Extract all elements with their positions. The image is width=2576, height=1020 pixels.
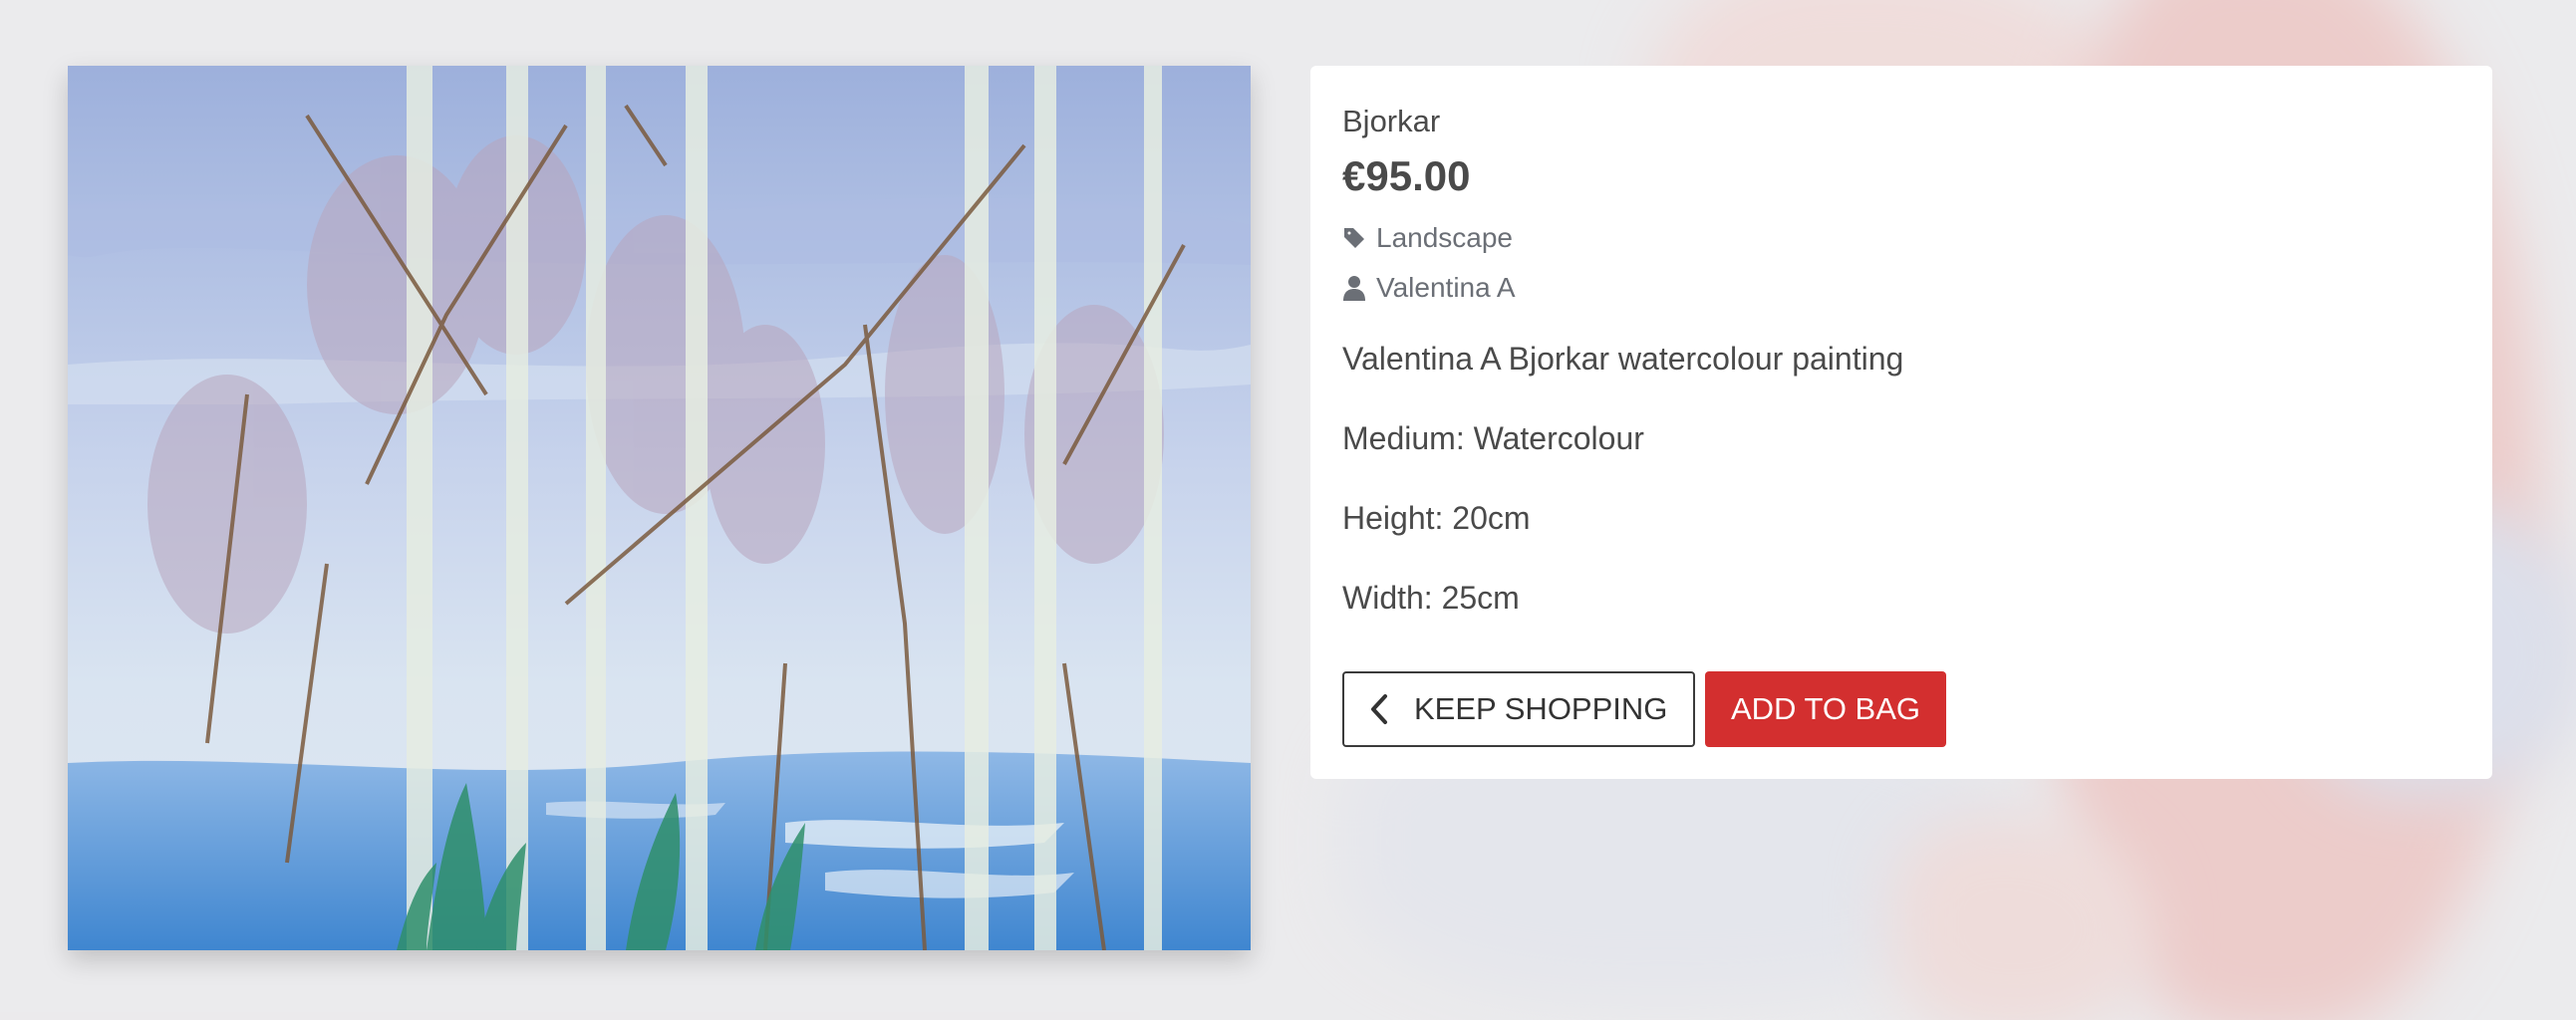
keep-shopping-label: KEEP SHOPPING bbox=[1414, 691, 1668, 726]
product-height: Height: 20cm bbox=[1342, 500, 1531, 536]
product-description: Valentina A Bjorkar watercolour painting bbox=[1342, 341, 1904, 377]
product-image[interactable] bbox=[68, 66, 1251, 950]
artist-label: Valentina A bbox=[1376, 272, 1516, 303]
user-icon bbox=[1343, 276, 1365, 301]
painting-image bbox=[68, 66, 1251, 950]
tag-icon bbox=[1344, 228, 1364, 248]
product-price: €95.00 bbox=[1342, 152, 1471, 199]
category-label: Landscape bbox=[1376, 222, 1514, 253]
product-medium: Medium: Watercolour bbox=[1342, 420, 1644, 456]
product-width: Width: 25cm bbox=[1342, 580, 1520, 616]
add-to-bag-label: ADD TO BAG bbox=[1730, 691, 1921, 726]
keep-shopping-button[interactable]: KEEP SHOPPING bbox=[1342, 671, 1695, 747]
product-title: Bjorkar bbox=[1342, 104, 1441, 138]
add-to-bag-button[interactable]: ADD TO BAG bbox=[1705, 671, 1946, 747]
product-details-card: Bjorkar €95.00 Landscape Valentina A Val… bbox=[1310, 66, 2492, 779]
product-artist[interactable]: Valentina A bbox=[1342, 263, 2460, 313]
product-actions: KEEP SHOPPING ADD TO BAG bbox=[1342, 671, 1946, 747]
product-category[interactable]: Landscape bbox=[1342, 213, 2460, 263]
chevron-left-icon bbox=[1371, 694, 1387, 724]
